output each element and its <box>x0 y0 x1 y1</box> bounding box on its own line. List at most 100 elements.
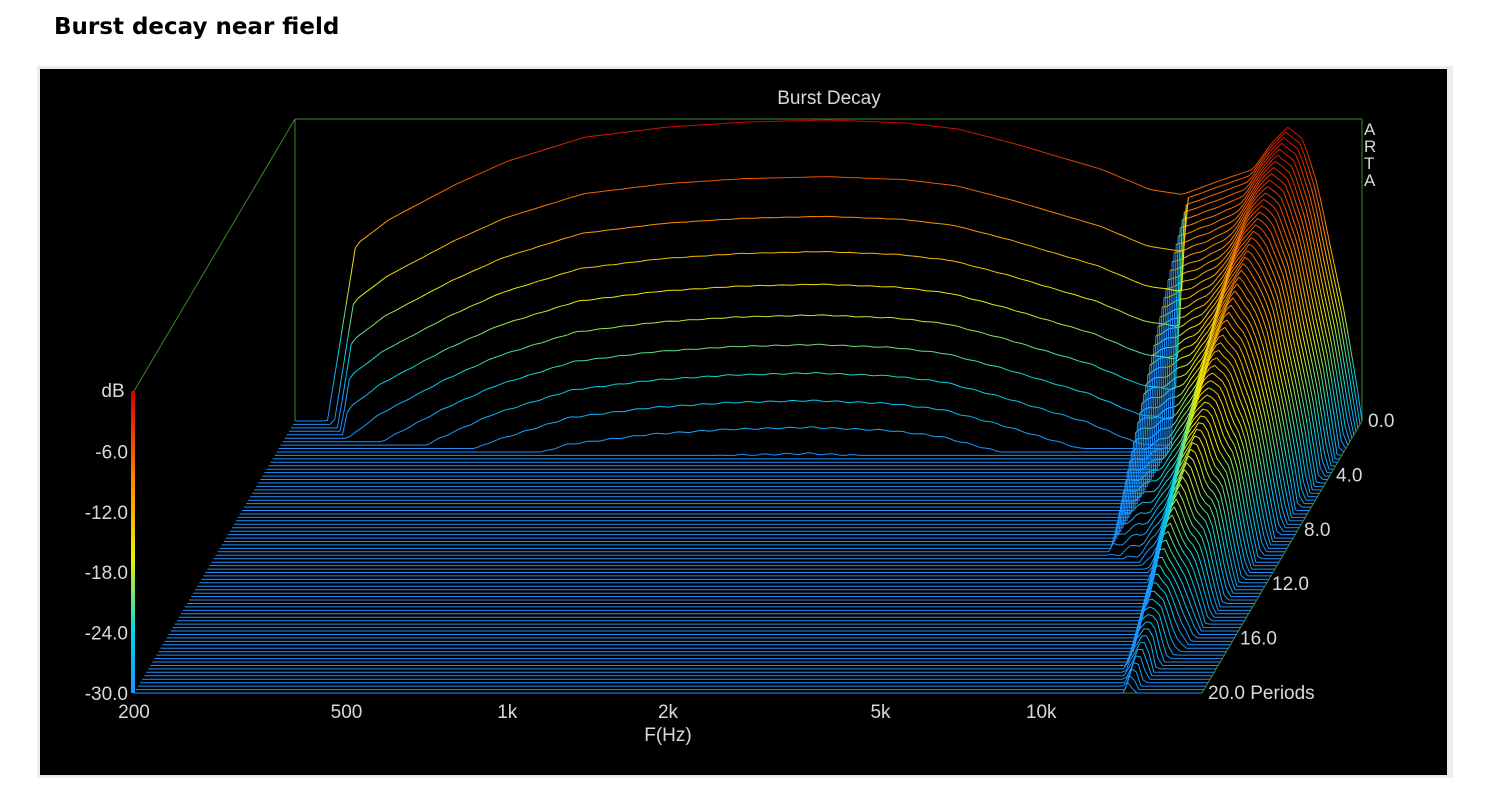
decay-slice-segment <box>1155 246 1161 249</box>
decay-slice-segment <box>897 317 902 320</box>
decay-slice-segment <box>918 350 924 352</box>
decay-slice-segment <box>960 414 966 417</box>
decay-slice-segment <box>1145 621 1151 623</box>
decay-slice-segment <box>933 182 938 185</box>
decay-slice-segment <box>912 433 927 435</box>
decay-slice-segment <box>1182 288 1188 291</box>
decay-slice-segment <box>597 230 602 233</box>
z-tick-label: 20.0 Periods <box>1208 683 1315 704</box>
decay-slice-segment <box>1169 249 1175 251</box>
z-tick-label: 12.0 <box>1272 574 1309 595</box>
decay-slice-segment <box>944 381 949 384</box>
decay-slice-segment <box>587 440 602 442</box>
decay-slice-segment <box>1180 298 1186 300</box>
decay-slice-segment <box>587 135 592 138</box>
decay-slice-segment <box>628 130 634 133</box>
decay-slice-segment <box>751 345 761 347</box>
decay-slice-segment <box>746 345 752 347</box>
decay-slice-segment <box>646 322 657 324</box>
decay-slice-segment <box>945 223 950 226</box>
decay-slice-segment <box>1078 419 1084 422</box>
decay-slice-segment <box>626 187 632 189</box>
decay-slice-segment <box>947 184 952 186</box>
decay-slice-segment <box>943 323 949 325</box>
decay-slice-segment <box>929 257 939 260</box>
decay-slice-segment <box>711 254 716 256</box>
decay-slice-segment <box>821 400 827 403</box>
decay-slice-segment <box>610 437 625 440</box>
decay-slice-segment <box>937 183 943 185</box>
decay-slice-segment <box>679 377 685 379</box>
decay-slice-segment <box>683 319 689 321</box>
decay-slice-segment <box>616 354 622 357</box>
decay-slice-segment <box>1158 287 1164 289</box>
decay-slice-segment <box>1153 286 1159 289</box>
decay-slice-segment <box>935 125 940 128</box>
page-title: Burst decay near field <box>54 14 340 40</box>
decay-slice-segment <box>769 344 775 347</box>
decay-slice-segment <box>704 347 710 349</box>
decay-slice-segment <box>648 224 653 226</box>
decay-slice-segment <box>911 123 917 125</box>
decay-slice-segment <box>924 257 930 259</box>
decay-slice-segment <box>605 133 611 136</box>
decay-slice-segment <box>948 324 953 326</box>
decay-slice-segment <box>805 215 839 218</box>
decay-slice-segment <box>622 187 628 190</box>
decay-slice-segment <box>620 227 625 230</box>
decay-slice-segment <box>624 226 630 229</box>
decay-slice-segment <box>609 327 615 329</box>
decay-slice-segment <box>930 125 936 127</box>
decay-slice-segment <box>706 317 712 320</box>
decay-slice-segment <box>911 318 916 321</box>
decay-slice-segment <box>765 345 770 347</box>
decay-slice-segment <box>708 287 714 289</box>
decay-slice-segment <box>990 393 996 396</box>
decay-slice-segment <box>801 283 835 286</box>
x-tick-label: 500 <box>331 702 363 723</box>
decay-slice-segment <box>1032 406 1038 408</box>
x-axis-label: F(Hz) <box>644 725 691 746</box>
decay-slice-segment <box>642 380 652 382</box>
decay-slice-segment <box>662 290 668 292</box>
decay-slice-segment <box>1160 247 1166 250</box>
y-axis-label: dB <box>101 381 124 402</box>
decay-slice-segment <box>942 183 948 186</box>
decay-slice-segment <box>940 223 946 225</box>
decay-slice-segment <box>785 315 796 317</box>
decay-slice-segment <box>589 191 595 194</box>
decay-slice-segment <box>644 351 654 354</box>
decay-slice-segment <box>1163 287 1168 290</box>
decay-slice-segment <box>1007 426 1012 429</box>
decay-slice-segment <box>921 221 927 223</box>
decay-slice-segment <box>646 259 651 261</box>
decay-slice-segment <box>1161 323 1166 325</box>
x-tick-label: 200 <box>118 702 150 723</box>
decay-slice-segment <box>629 226 635 228</box>
decay-slice-segment <box>641 322 647 325</box>
decay-slice-segment <box>811 343 817 346</box>
decay-slice-segment <box>949 224 955 227</box>
decay-slice-segment <box>827 314 833 317</box>
decay-slice-segment <box>584 359 590 362</box>
decay-slice-segment <box>734 252 739 255</box>
decay-slice-segment <box>782 216 806 218</box>
decay-slice-segment <box>884 121 899 124</box>
chart-frame: Burst Decay ARTA dB F(Hz) 200 500 1k 2k 5k 10… <box>37 66 1453 778</box>
waterfall-chart: Burst Decay ARTA dB F(Hz) 200 500 1k 2k 5k 10… <box>40 69 1447 775</box>
decay-slice-segment <box>988 421 994 423</box>
decay-slice-segment <box>992 365 998 367</box>
decay-slice-segment <box>918 406 929 408</box>
y-tick-label: -6.0 <box>95 442 128 463</box>
decay-slice-segment <box>753 373 759 376</box>
decay-slice-segment <box>1165 248 1170 250</box>
decay-slice-segment <box>920 320 926 323</box>
y-tick-label: -24.0 <box>85 624 128 645</box>
decay-slice-segment <box>1076 446 1082 449</box>
decay-slice-segment <box>983 420 989 423</box>
z-tick-label: 4.0 <box>1336 465 1362 486</box>
decay-slice-segment <box>1295 509 1301 511</box>
decay-slice-segment <box>858 401 864 403</box>
decay-slice-segment <box>799 250 837 253</box>
decay-slice-segment <box>854 252 860 254</box>
